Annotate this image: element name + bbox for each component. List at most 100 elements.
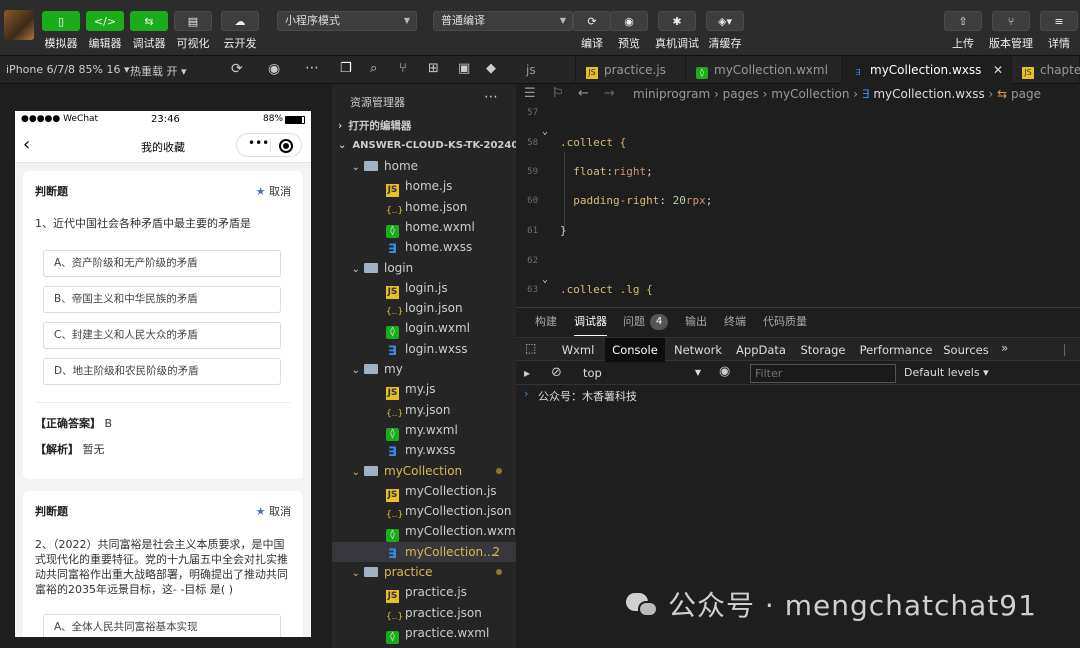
file-item[interactable]: ∃ my.wxss xyxy=(332,440,516,460)
file-item[interactable]: ∃ myCollection.... 2 xyxy=(332,541,516,562)
tab-terminal[interactable]: 终端 xyxy=(724,308,746,336)
editor-tab[interactable]: JSchapter.js xyxy=(1012,56,1080,84)
extensions-icon[interactable]: ⊞ xyxy=(428,61,439,76)
open-editors-section[interactable]: › 打开的编辑器 xyxy=(332,116,516,136)
simulator-button[interactable]: ▯ 模拟器 xyxy=(36,0,86,56)
question-card: 判断题 ★ 取消 2、（2022）共同富裕是社会主义本质要求，是中国式现代化的重… xyxy=(23,491,303,637)
file-item[interactable]: JS my.js xyxy=(332,379,516,401)
file-item[interactable]: ◊ practice.wxml xyxy=(332,623,516,644)
tab-debugger[interactable]: 调试器 xyxy=(574,308,607,336)
search-icon[interactable]: ⌕ xyxy=(370,61,377,76)
docker-icon[interactable]: ◆ xyxy=(486,61,496,76)
file-item[interactable]: {..} my.json xyxy=(332,400,516,420)
tab-console[interactable]: Console xyxy=(605,338,665,362)
tab-network[interactable]: Network xyxy=(670,338,726,362)
js-file-icon: JS xyxy=(386,590,399,604)
more-icon[interactable]: ⋯ xyxy=(484,89,498,105)
more-tabs-icon[interactable]: » xyxy=(1001,341,1008,355)
editor-tab[interactable]: ∃ myCollection.wxss ✕ xyxy=(842,56,1012,84)
file-item[interactable]: ◊ home.wxml xyxy=(332,217,516,238)
file-item[interactable]: ◊ login.wxml xyxy=(332,318,516,340)
cloud-button[interactable]: ☁ 云开发 xyxy=(215,0,265,56)
device-select[interactable]: iPhone 6/7/8 85% 16 ▾ xyxy=(6,63,130,76)
forward-icon[interactable]: → xyxy=(604,84,615,104)
tab-storage[interactable]: Storage xyxy=(798,338,848,362)
stop-icon[interactable]: ◉ xyxy=(268,61,280,77)
files-icon[interactable]: ❐ xyxy=(340,61,352,76)
cancel-favorite-button[interactable]: ★ 取消 xyxy=(256,183,291,199)
file-item[interactable]: JS login.js xyxy=(332,278,516,299)
file-item[interactable]: JS home.js xyxy=(332,176,516,198)
back-icon[interactable]: ← xyxy=(578,84,589,104)
file-item[interactable]: ◊ myCollection.wxml xyxy=(332,521,519,543)
list-icon[interactable]: ☰ xyxy=(524,84,536,104)
tab-performance[interactable]: Performance xyxy=(859,338,933,362)
folder-item[interactable]: ⌄ practice xyxy=(332,562,516,582)
option-a[interactable]: A、全体人民共同富裕基本实现 xyxy=(43,614,281,637)
details-button[interactable]: ≡ 详情 xyxy=(1034,0,1080,56)
tab-code-quality[interactable]: 代码质量 xyxy=(763,308,807,336)
fold-icon[interactable]: ⌄ xyxy=(542,126,548,137)
project-section[interactable]: ⌄ ANSWER-CLOUD-KS-TK-20240727 xyxy=(332,136,539,156)
sidebar-toggle-icon[interactable]: ▸ xyxy=(524,366,530,380)
file-item[interactable]: JS practice.js xyxy=(332,582,516,604)
tab-appdata[interactable]: AppData xyxy=(734,338,788,362)
option-c[interactable]: C、封建主义和人民大众的矛盾 xyxy=(43,322,281,349)
more-icon[interactable]: ⋯ xyxy=(305,60,319,76)
file-item[interactable]: ◊ my.wxml xyxy=(332,420,516,441)
editor-button[interactable]: </> 编辑器 xyxy=(80,0,130,56)
file-item[interactable]: {..} myCollection.json xyxy=(332,501,516,521)
tab-build[interactable]: 构建 xyxy=(535,308,557,336)
file-item[interactable]: {..} home.json xyxy=(332,197,516,217)
file-item[interactable]: JS myCollection.js xyxy=(332,481,516,502)
filter-input[interactable] xyxy=(750,364,896,383)
tab-sources[interactable]: Sources xyxy=(943,338,989,362)
simulator-bar: iPhone 6/7/8 85% 16 ▾ 热重载 开 ▾ ⟳ ◉ ⋯ xyxy=(0,56,332,84)
close-icon[interactable] xyxy=(279,139,293,153)
editor-tab[interactable]: js xyxy=(516,56,576,84)
mode-select[interactable]: 小程序模式 ▼ xyxy=(277,11,417,31)
inspect-icon[interactable]: ⬚ xyxy=(525,341,536,355)
folder-item[interactable]: ⌄ login xyxy=(332,258,516,278)
preview-button[interactable]: ◉ 预览 xyxy=(604,0,654,56)
eye-icon[interactable]: ◉ xyxy=(719,364,730,379)
file-item[interactable]: {..} practice.json xyxy=(332,603,516,623)
fold-icon[interactable]: ⌄ xyxy=(542,274,548,285)
close-icon[interactable]: ✕ xyxy=(993,56,1003,84)
folder-item[interactable]: ⌄ myCollection xyxy=(332,461,516,481)
option-d[interactable]: D、地主阶级和农民阶级的矛盾 xyxy=(43,358,281,385)
context-select[interactable]: top ▼ xyxy=(573,364,705,382)
debugger-button[interactable]: ⇆ 调试器 xyxy=(124,0,174,56)
capsule-button[interactable]: ••• xyxy=(236,133,302,157)
visual-button[interactable]: ▤ 可视化 xyxy=(168,0,218,56)
folder-item[interactable]: ⌄ my xyxy=(332,359,516,379)
cancel-favorite-button[interactable]: ★ 取消 xyxy=(256,503,291,519)
clear-cache-button[interactable]: ◈▾ 清缓存 xyxy=(700,0,750,56)
file-item[interactable]: ∃ login.wxss xyxy=(332,339,516,359)
layout-icon[interactable]: ▣ xyxy=(458,61,470,76)
editor-tab[interactable]: ◊ myCollection.wxml xyxy=(686,56,842,84)
more-icon[interactable]: ••• xyxy=(248,136,269,150)
compile-select[interactable]: 普通编译 ▼ xyxy=(433,11,573,31)
branch-icon[interactable]: ⑂ xyxy=(399,61,407,76)
tab-problems[interactable]: 问题 xyxy=(623,308,645,336)
file-item[interactable]: ∃ home.wxss xyxy=(332,237,516,257)
tab-output[interactable]: 输出 xyxy=(685,308,707,336)
device-debug-button[interactable]: ✱ 真机调试 xyxy=(652,0,702,56)
version-button[interactable]: ⑂ 版本管理 xyxy=(986,0,1036,56)
levels-select[interactable]: Default levels ▾ xyxy=(904,366,989,379)
file-item[interactable]: {..} login.json xyxy=(332,298,516,318)
folder-item[interactable]: ⌄ home xyxy=(332,156,516,176)
editor-tab[interactable]: JS practice.js xyxy=(576,56,686,84)
upload-button[interactable]: ⇧ 上传 xyxy=(938,0,988,56)
wxml-file-icon: ◊ xyxy=(696,67,708,79)
clear-icon[interactable]: ⊘ xyxy=(551,365,562,380)
app-avatar[interactable] xyxy=(4,10,34,40)
reload-icon[interactable]: ⟳ xyxy=(231,61,243,77)
tab-wxml[interactable]: Wxml xyxy=(556,338,600,362)
code-editor[interactable]: 57 58 ⌄ .collect { 59 float:right; 60 pa… xyxy=(516,104,1080,304)
hot-reload-toggle[interactable]: 热重载 开 ▾ xyxy=(130,63,187,79)
bookmark-icon[interactable]: ⚐ xyxy=(552,84,564,104)
option-b[interactable]: B、帝国主义和中华民族的矛盾 xyxy=(43,286,281,313)
option-a[interactable]: A、资产阶级和无产阶级的矛盾 xyxy=(43,250,281,277)
